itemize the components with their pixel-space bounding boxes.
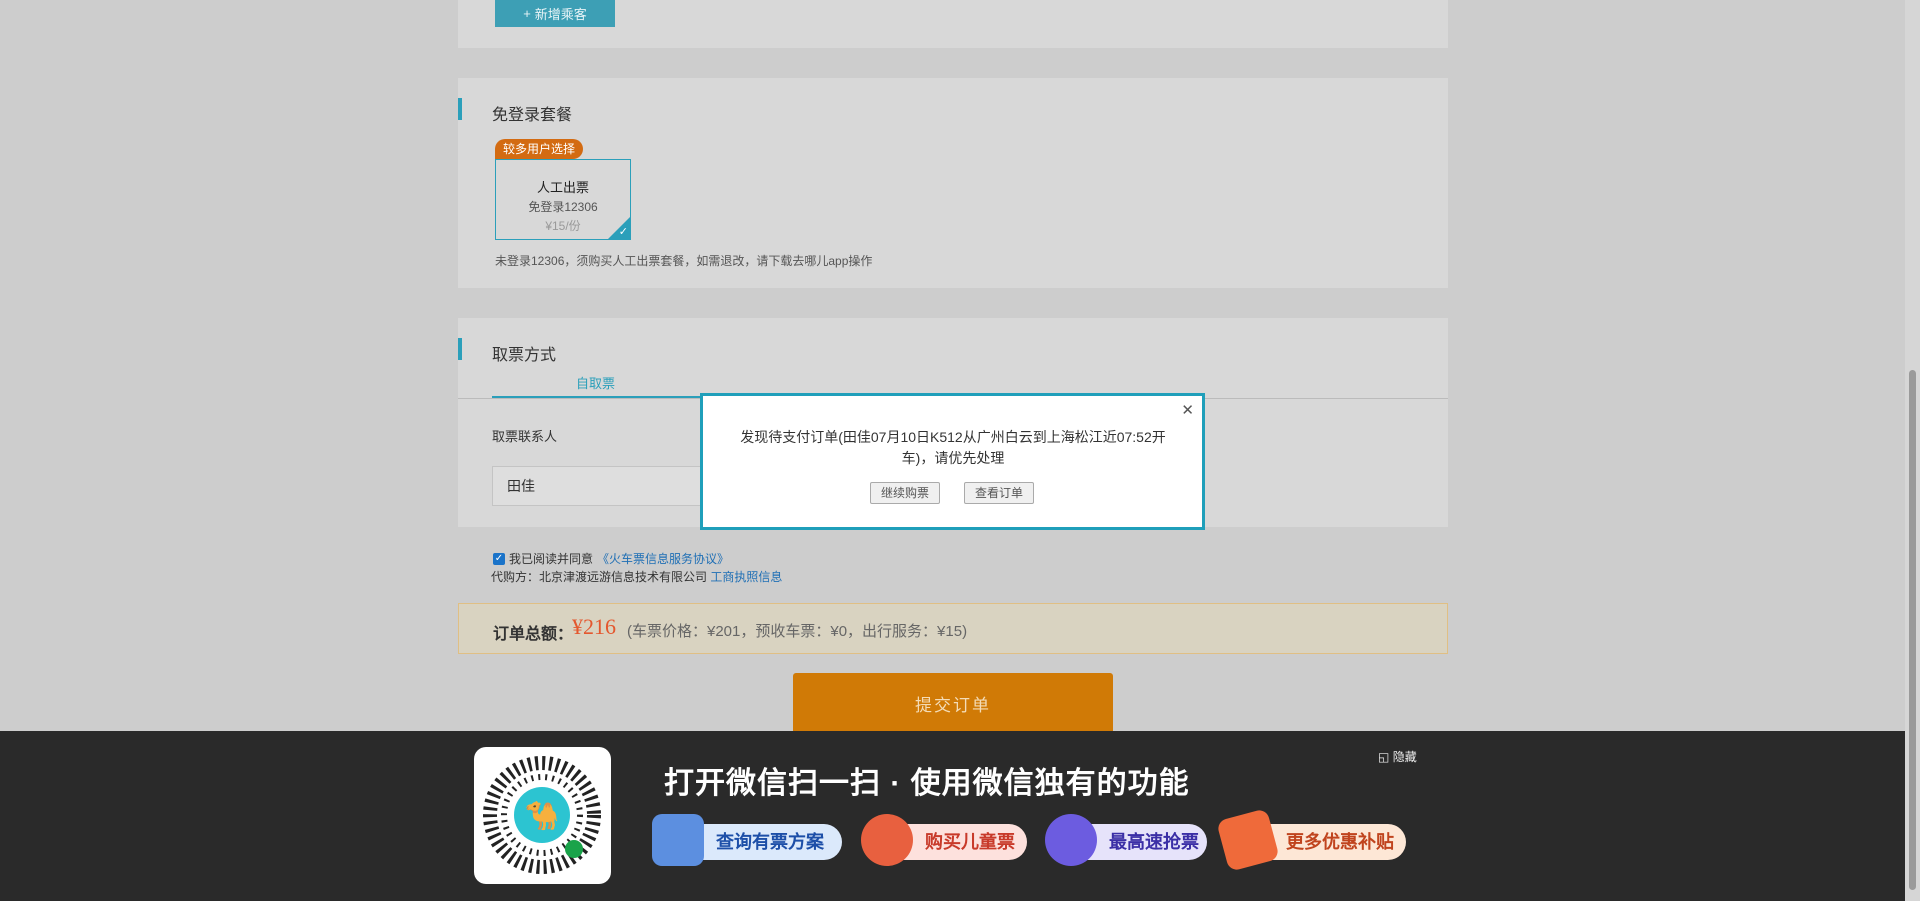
hide-label: 隐藏 (1392, 750, 1417, 764)
pickup-title: 取票方式 (492, 347, 557, 364)
promo-item-label: 购买儿童票 (925, 832, 1015, 852)
total-value: ¥216 (572, 614, 616, 639)
passenger-card: + 新增乘客 (458, 0, 1448, 48)
continue-button[interactable]: 继续购票 (870, 482, 941, 504)
package-option[interactable]: 人工出票 免登录12306 ¥15/份 ✓ (495, 159, 631, 240)
agent-text: 代购方：北京津渡远游信息技术有限公司 (491, 570, 708, 584)
rocket-icon (1045, 814, 1097, 866)
promo-item-child[interactable]: 购买儿童票 (861, 814, 1027, 866)
collapse-icon: ◱ (1378, 750, 1390, 764)
add-passenger-label: 新增乘客 (534, 7, 587, 22)
promo-item-label: 最高速抢票 (1109, 832, 1199, 852)
plus-icon: + (523, 6, 531, 21)
close-icon[interactable]: ✕ (1181, 401, 1194, 419)
promo-item-label: 查询有票方案 (716, 832, 824, 852)
package-note: 未登录12306，须购买人工出票套餐，如需退改，请下载去哪儿app操作 (495, 254, 873, 268)
order-total-box: 订单总额： ¥216 (车票价格：¥201，预收车票：¥0，出行服务：¥15) (458, 603, 1448, 654)
tab-self-pickup[interactable]: 自取票 (576, 373, 615, 392)
promo-item-label: 更多优惠补贴 (1286, 832, 1394, 852)
scrollbar-thumb[interactable] (1909, 370, 1916, 890)
total-label: 订单总额： (493, 626, 574, 643)
promo-title: 打开微信扫一扫 · 使用微信独有的功能 (664, 767, 1190, 800)
package-title: 免登录套餐 (492, 107, 573, 124)
section-marker (458, 338, 462, 360)
agreement-link[interactable]: 《火车票信息服务协议》 (597, 550, 729, 567)
contact-label: 取票联系人 (492, 429, 558, 444)
view-order-button[interactable]: 查看订单 (964, 482, 1035, 504)
promo-item-query[interactable]: 查询有票方案 (652, 814, 842, 866)
promo-item-discount[interactable]: 更多优惠补贴 (1216, 808, 1406, 872)
submit-order-button[interactable]: 提交订单 (793, 673, 1113, 733)
check-icon: ✓ (618, 226, 628, 238)
package-sub: 免登录12306 (528, 200, 598, 214)
ticket-search-icon (652, 814, 704, 866)
pending-order-dialog: ✕ 发现待支付订单(田佳07月10日K512从广州白云到上海松江近07:52开车… (700, 393, 1205, 530)
total-breakdown: (车票价格：¥201，预收车票：¥0，出行服务：¥15) (627, 623, 968, 640)
agent-row: 代购方：北京津渡远游信息技术有限公司 工商执照信息 (491, 568, 782, 585)
svg-text:🐪: 🐪 (525, 799, 560, 832)
package-badge: 较多用户选择 (495, 139, 584, 159)
add-passenger-button[interactable]: + 新增乘客 (495, 0, 615, 27)
hide-toggle[interactable]: ◱ 隐藏 (1378, 748, 1417, 765)
package-name: 人工出票 (536, 180, 589, 195)
license-link[interactable]: 工商执照信息 (710, 570, 782, 584)
agree-checkbox[interactable]: ✓ (493, 552, 505, 565)
qr-code: 🐪 (474, 747, 611, 884)
helicopter-icon (861, 814, 913, 866)
agree-text: 我已阅读并同意 (509, 552, 594, 566)
section-marker (458, 98, 462, 120)
contact-input[interactable]: 田佳 (492, 466, 722, 506)
agreement-row: ✓ 我已阅读并同意 《火车票信息服务协议》 (493, 550, 729, 567)
dialog-message: 发现待支付订单(田佳07月10日K512从广州白云到上海松江近07:52开车)，… (740, 429, 1166, 466)
wechat-promo-bar (0, 731, 1905, 901)
promo-item-fast[interactable]: 最高速抢票 (1045, 814, 1207, 866)
qr-code-graphic: 🐪 (483, 756, 601, 874)
